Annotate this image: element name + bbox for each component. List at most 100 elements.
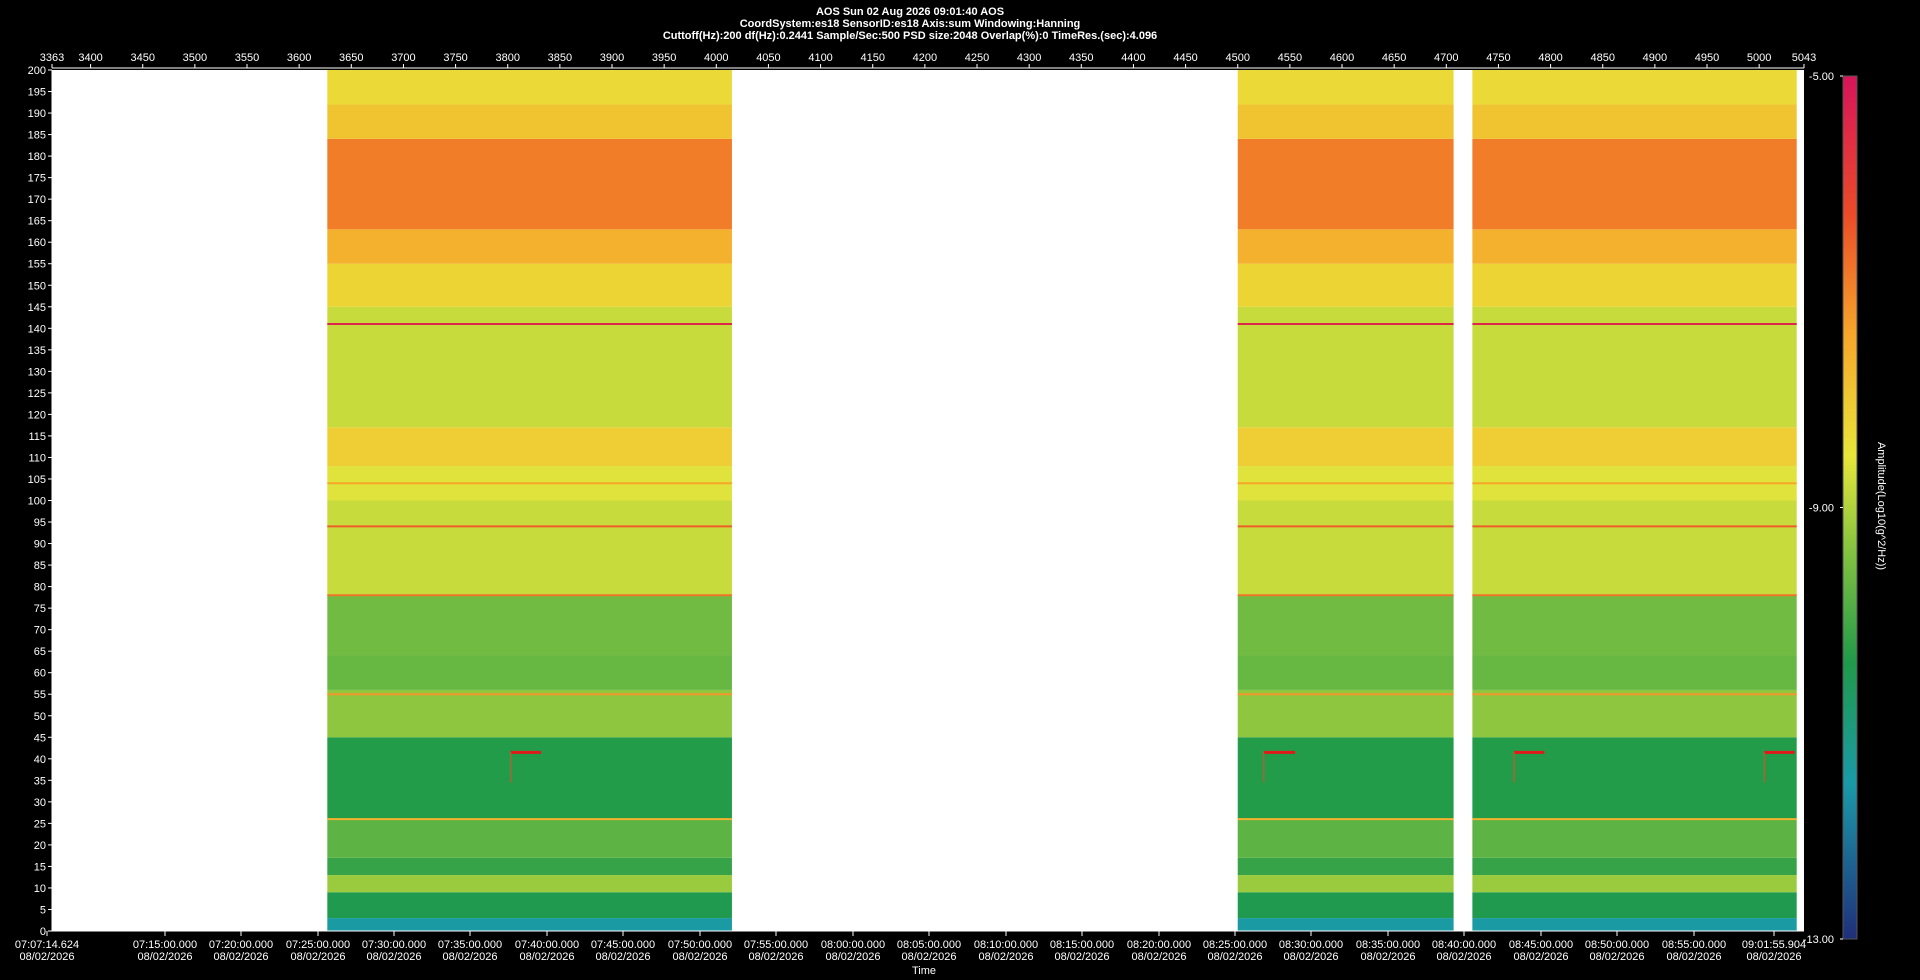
top-tick-label: 3600 [287,52,311,64]
sample-index-axis: 3363 3400 3450 3500 3550 3600 3650 3700 3750 3800… [40,52,1816,69]
top-tick-label: 4200 [913,52,937,64]
x-tick-time: 08:15:00.000 [1050,939,1114,951]
top-tick-label: 3400 [78,52,102,64]
frequency-band [1237,918,1454,931]
x-tick-date: 08/02/2026 [1513,951,1568,963]
x-tick-time: 07:25:00.000 [286,939,350,951]
colorbar [1842,75,1858,940]
x-tick-time: 07:15:00.000 [133,939,197,951]
top-tick-label: 4350 [1069,52,1093,64]
frequency-band [1237,104,1454,139]
top-tick-label: 4400 [1121,52,1145,64]
frequency-band [327,875,732,893]
frequency-band [1472,689,1797,738]
frequency-band [1472,655,1797,690]
frequency-band [1237,138,1454,230]
frequency-band [327,737,732,820]
frequency-band [327,500,732,596]
top-tick-label: 5043 [1792,52,1816,64]
top-tick-label: 3750 [443,52,467,64]
frequency-band [327,892,732,919]
x-tick-date: 08/02/2026 [978,951,1033,963]
frequency-band [1237,689,1454,738]
header-line-2: CoordSystem:es18 SensorID:es18 Axis:sum … [740,18,1081,30]
top-tick-label: 4550 [1278,52,1302,64]
top-tick-label: 4950 [1695,52,1719,64]
top-tick-label: 4000 [704,52,728,64]
y-tick-label: 20 [34,840,46,852]
x-tick-time: 08:35:00.000 [1356,939,1420,951]
frequency-band [327,263,732,307]
frequency-band [1472,427,1797,467]
frequency-band [1472,70,1797,105]
y-tick-label: 200 [28,65,46,77]
x-tick-date: 08/02/2026 [825,951,880,963]
colorbar-tick-label: -5.00 [1809,71,1834,83]
x-tick-time: 07:55:00.000 [744,939,808,951]
top-tick-label: 4850 [1590,52,1614,64]
frequency-band [1472,104,1797,139]
y-tick-label: 150 [28,280,46,292]
x-tick-time: 07:35:00.000 [438,939,502,951]
y-tick-label: 100 [28,496,46,508]
spectrogram-chart: AOS Sun 02 Aug 2026 09:01:40 AOS CoordSy… [15,6,1887,977]
frequency-band [1237,655,1454,690]
y-tick-label: 45 [34,732,46,744]
frequency-band [1237,875,1454,893]
x-tick-date: 08/02/2026 [595,951,650,963]
data-segment [327,70,732,931]
top-tick-label: 5000 [1747,52,1771,64]
x-tick-time: 08:20:00.000 [1127,939,1191,951]
frequency-band [1237,595,1454,656]
frequency-band [1472,737,1797,820]
data-segment [1237,70,1454,931]
top-tick-label: 4900 [1643,52,1667,64]
x-tick-time: 07:07:14.624 [15,939,79,951]
y-tick-label: 35 [34,775,46,787]
x-tick-date: 08/02/2026 [1207,951,1262,963]
frequency-band [1472,595,1797,656]
top-tick-label: 4600 [1330,52,1354,64]
x-tick-date: 08/02/2026 [1436,951,1491,963]
x-tick-time: 08:30:00.000 [1279,939,1343,951]
frequency-band [1237,263,1454,307]
frequency-band [1237,500,1454,596]
top-tick-label: 4750 [1486,52,1510,64]
y-tick-label: 160 [28,237,46,249]
x-tick-date: 08/02/2026 [748,951,803,963]
frequency-band [1237,892,1454,919]
y-tick-label: 140 [28,323,46,335]
x-tick-date: 08/02/2026 [1054,951,1109,963]
frequency-band [327,70,732,105]
y-tick-label: 5 [40,904,46,916]
header-line-1: AOS Sun 02 Aug 2026 09:01:40 AOS [816,6,1004,18]
top-tick-label: 3500 [183,52,207,64]
colorbar-tick-label: -9.00 [1809,503,1834,515]
y-tick-label: 70 [34,625,46,637]
frequency-band [1237,427,1454,467]
top-tick-label: 4700 [1434,52,1458,64]
top-tick-label: 3900 [600,52,624,64]
y-tick-label: 125 [28,388,46,400]
x-tick-time: 07:30:00.000 [362,939,426,951]
y-tick-label: 85 [34,560,46,572]
x-tick-time: 08:40:00.000 [1432,939,1496,951]
frequency-axis: 2001951901851801751701651601551501451401… [28,65,53,938]
frequency-band [327,689,732,738]
x-tick-date: 08/02/2026 [1360,951,1415,963]
time-axis: 07:07:14.624 08/02/2026 07:15:00.000 08/02/… [15,930,1806,963]
x-tick-time: 08:45:00.000 [1509,939,1573,951]
x-tick-date: 08/02/2026 [213,951,268,963]
top-tick-label: 3363 [40,52,64,64]
x-tick-time: 07:50:00.000 [668,939,732,951]
top-tick-label: 4300 [1017,52,1041,64]
frequency-band [327,138,732,230]
frequency-band [327,918,732,931]
y-tick-label: 65 [34,646,46,658]
x-tick-date: 08/02/2026 [442,951,497,963]
top-tick-label: 4250 [965,52,989,64]
top-tick-label: 3650 [339,52,363,64]
frequency-band [327,427,732,467]
y-tick-label: 0 [40,926,46,938]
colorbar-ticks: -5.00 -9.00 -13.00 [1803,71,1843,946]
